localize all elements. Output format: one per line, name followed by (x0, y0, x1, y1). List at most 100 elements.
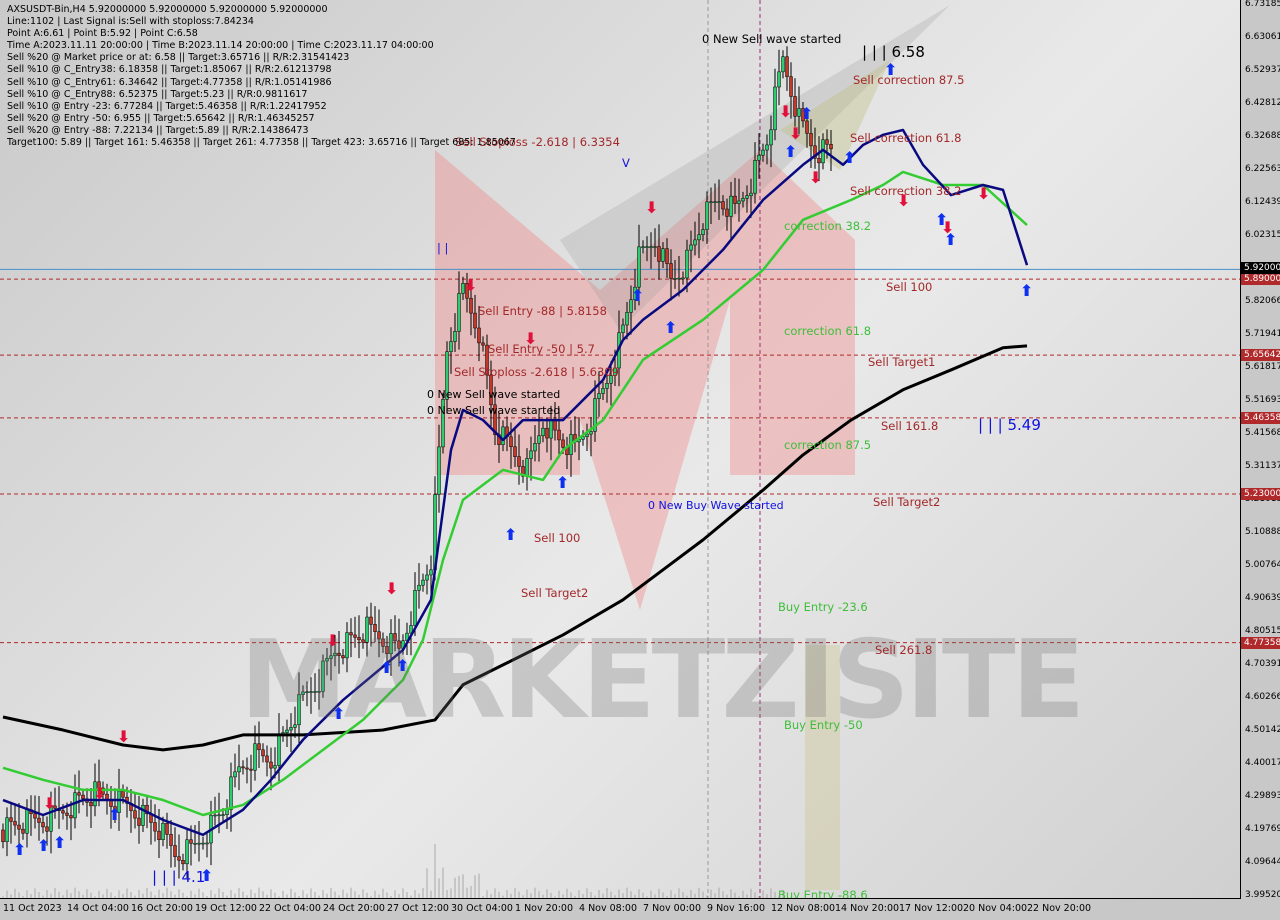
time-axis[interactable]: 11 Oct 2023 14 Oct 04:00 16 Oct 20:00 19 Oc… (0, 899, 1240, 920)
bear-candle (733, 195, 737, 204)
annotation: Sell correction 87.5 (853, 73, 965, 87)
buy-arrow-icon: ⬆ (108, 805, 122, 824)
bull-candle (765, 144, 769, 151)
y-tick-label: 5.00764 (1245, 560, 1280, 571)
bull-candle (429, 569, 433, 576)
bear-candle (61, 810, 65, 814)
bear-candle (473, 312, 477, 329)
annotation: correction 61.8 (784, 324, 872, 338)
annotation: 0 New Sell wave started (427, 404, 561, 417)
bull-candle (457, 293, 461, 332)
annotation: 0 New Sell wave started (427, 388, 561, 401)
bull-candle (229, 776, 233, 810)
buy-arrow-icon: ⬆ (396, 656, 410, 675)
symbol-line: AXSUSDT-Bin,H4 5.92000000 5.92000000 5.9… (7, 4, 328, 15)
bull-candle (417, 584, 421, 591)
annotation: Sell Stoploss -2.618 | 5.6309 (454, 365, 619, 379)
bull-candle (777, 71, 781, 88)
bull-candle (421, 579, 425, 586)
chart-plot-area[interactable]: MARKETZISITE AXSUSDT-Bin,H4 5.92000000 5… (0, 0, 1241, 899)
x-tick-label: 16 Oct 20:00 (131, 903, 193, 914)
bear-candle (9, 817, 13, 822)
bull-candle (769, 129, 773, 146)
bear-candle (509, 436, 513, 448)
bear-candle (81, 794, 85, 799)
bear-candle (809, 133, 813, 147)
bear-candle (121, 790, 125, 798)
bull-candle (453, 331, 457, 342)
sell-arrow-icon: ⬇ (789, 124, 803, 143)
info-line: Sell %10 @ C_Entry38: 6.18358 || Target:… (7, 64, 332, 76)
bull-candle (717, 201, 721, 203)
sell-arrow-icon: ⬇ (977, 184, 991, 203)
y-tick-label: 4.29893 (1245, 791, 1280, 802)
bull-candle (601, 388, 605, 394)
bear-candle (77, 792, 81, 796)
annotation: Sell correction 61.8 (850, 131, 962, 145)
x-tick-label: 14 Nov 20:00 (835, 903, 900, 914)
annotation: | | | 5.49 (978, 416, 1041, 434)
x-tick-label: 20 Nov 04:00 (963, 903, 1028, 914)
bear-candle (13, 821, 17, 826)
bull-candle (5, 817, 9, 843)
bull-candle (773, 86, 777, 131)
sell-arrow-icon: ⬇ (464, 276, 478, 295)
bull-candle (205, 842, 209, 845)
price-axis[interactable]: 6.73185 6.63061 6.52937 6.42812 6.32688 6.225… (1241, 0, 1280, 920)
bull-candle (677, 277, 681, 280)
annotation: 0 New Buy Wave started (648, 499, 784, 512)
buy-arrow-icon: ⬆ (380, 658, 394, 677)
bull-candle (673, 278, 677, 280)
y-tick-label: 4.80515 (1245, 626, 1280, 637)
sell-arrow-icon: ⬇ (779, 102, 793, 121)
bull-candle (709, 201, 713, 204)
bear-candle (785, 56, 789, 77)
bear-candle (133, 810, 137, 819)
bull-candle (625, 312, 629, 326)
sell-arrow-icon: ⬇ (809, 168, 823, 187)
bull-candle (221, 814, 225, 816)
bull-candle (237, 766, 241, 773)
bear-candle (249, 768, 253, 771)
bull-candle (697, 234, 701, 241)
x-tick-label: 27 Oct 12:00 (387, 903, 449, 914)
x-tick-label: 7 Nov 00:00 (643, 903, 702, 914)
bear-candle (557, 429, 561, 441)
bear-candle (173, 845, 177, 857)
bull-candle (537, 435, 541, 444)
bull-candle (185, 839, 189, 865)
level-price-tag: 4.77358 (1241, 636, 1280, 649)
bull-candle (201, 842, 205, 845)
bull-candle (273, 765, 277, 769)
bull-candle (73, 792, 77, 819)
bull-candle (729, 195, 733, 217)
info-line: Time A:2023.11.11 20:00:00 | Time B:2023… (7, 40, 434, 52)
sell-arrow-icon: ⬇ (326, 631, 340, 650)
annotation: Sell 161.8 (881, 419, 939, 433)
info-panel: AXSUSDT-Bin,H4 5.92000000 5.92000000 5.9… (7, 4, 516, 149)
bear-candle (245, 767, 249, 770)
y-tick-label: 4.90639 (1245, 593, 1280, 604)
bull-candle (681, 277, 685, 280)
bull-candle (193, 842, 197, 845)
annotation: Sell Target2 (521, 586, 589, 600)
current-price-tag: 5.92000 (1241, 262, 1280, 275)
bear-candle (513, 446, 517, 457)
annotation: correction 38.2 (784, 219, 872, 233)
y-tick-label: 5.82066 (1245, 295, 1280, 306)
bear-candle (269, 761, 273, 769)
bull-candle (213, 814, 217, 817)
annotation: Buy Entry -88.6 (778, 888, 868, 899)
x-tick-label: 1 Nov 20:00 (515, 903, 574, 914)
bear-candle (721, 201, 725, 210)
bear-candle (69, 815, 73, 819)
bear-candle (241, 766, 245, 769)
bear-candle (657, 246, 661, 262)
bull-candle (757, 154, 761, 161)
sell-arrow-icon: ⬇ (117, 727, 131, 746)
bear-candle (469, 297, 473, 314)
y-tick-label: 4.70391 (1245, 659, 1280, 670)
sell-arrow-icon: ⬇ (524, 329, 538, 348)
info-line: Sell %20 @ Entry -50: 6.955 || Target:5.… (7, 112, 315, 124)
y-tick-label: 5.41568 (1245, 427, 1280, 438)
